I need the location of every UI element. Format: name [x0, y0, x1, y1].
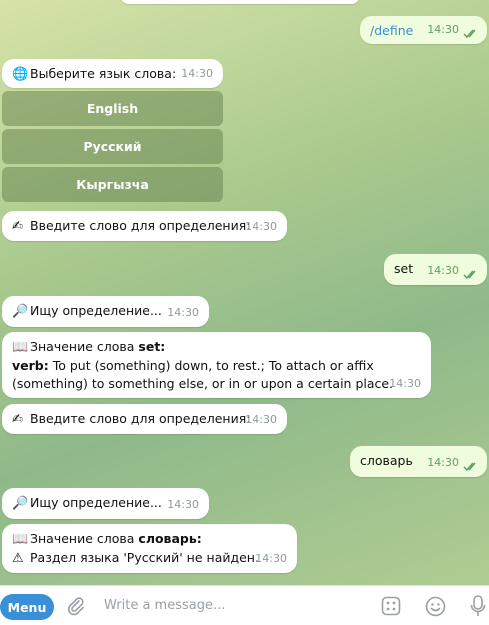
part-of-speech: verb:: [12, 358, 49, 373]
message-text: Ищу определение...: [30, 303, 162, 318]
message-outgoing: словарь 14:30: [350, 446, 487, 477]
double-check-icon: [463, 270, 476, 280]
double-check-icon: [463, 462, 476, 472]
message-time: 14:30: [427, 23, 459, 36]
message-outgoing: set 14:30: [384, 254, 487, 285]
globe-icon: 🌐: [12, 67, 29, 82]
message-input[interactable]: Write a message...: [104, 598, 225, 613]
message-text: Выберите язык слова:: [30, 66, 177, 81]
keyboard-button-kyrgyz[interactable]: Кыргызча: [2, 167, 223, 202]
message-incoming: 🔎 Ищу определение... 14:30: [2, 296, 209, 327]
definition-text: To put (something) down, to rest.; To at…: [48, 358, 374, 373]
message-incoming: 🌐 Выберите язык слова: 14:30: [2, 59, 223, 88]
message-time: 14:30: [389, 377, 421, 390]
message-time: 14:30: [181, 67, 213, 80]
writing-hand-icon: ✍: [12, 219, 23, 234]
message-text: set: [394, 261, 414, 276]
message-text: Введите слово для определения:: [30, 411, 251, 426]
message-incoming: 📖 Значение слова словарь: ⚠ Раздел языка '…: [2, 524, 297, 573]
command-text[interactable]: /define: [370, 23, 413, 38]
writing-hand-icon: ✍: [12, 412, 23, 427]
definition-text: (something) to something else, or in or …: [12, 376, 394, 391]
message-time: 14:30: [167, 498, 199, 511]
message-bubble-partial: [120, 0, 360, 4]
message-incoming: 📖 Значение слова set: verb: To put (somet…: [2, 332, 431, 398]
defined-word: словарь:: [138, 531, 202, 546]
emoji-icon[interactable]: [425, 596, 446, 617]
message-time: 14:30: [255, 552, 287, 565]
message-text: Введите слово для определения:: [30, 218, 251, 233]
message-text: Значение слова: [30, 531, 139, 546]
message-time: 14:30: [167, 306, 199, 319]
chat-area: /define 14:30 🌐 Выберите язык слова: 14:3…: [0, 0, 489, 585]
menu-button[interactable]: Menu: [0, 594, 54, 620]
message-time: 14:30: [245, 413, 277, 426]
book-icon: 📖: [12, 340, 29, 355]
paperclip-icon[interactable]: [66, 596, 86, 616]
magnifier-icon: 🔎: [12, 496, 29, 511]
magnifier-icon: 🔎: [12, 304, 29, 319]
defined-word: set:: [138, 339, 166, 354]
message-text: Значение слова: [30, 339, 139, 354]
message-time: 14:30: [427, 264, 459, 277]
book-icon: 📖: [12, 532, 29, 547]
bot-commands-icon[interactable]: [381, 596, 401, 616]
message-incoming: ✍ Введите слово для определения: 14:30: [2, 211, 287, 241]
message-input-bar: Menu Write a message...: [0, 585, 489, 625]
message-incoming: ✍ Введите слово для определения: 14:30: [2, 404, 287, 434]
message-incoming: 🔎 Ищу определение... 14:30: [2, 488, 209, 519]
double-check-icon: [463, 29, 476, 39]
keyboard-button-russian[interactable]: Русский: [2, 129, 223, 164]
microphone-icon[interactable]: [470, 595, 486, 619]
message-text: Ищу определение...: [30, 495, 162, 510]
message-time: 14:30: [427, 456, 459, 469]
message-text: Раздел языка 'Русский' не найден.: [30, 550, 259, 565]
warning-icon: ⚠: [12, 551, 24, 566]
keyboard-button-english[interactable]: English: [2, 91, 223, 126]
message-outgoing: /define 14:30: [360, 16, 487, 44]
message-time: 14:30: [245, 220, 277, 233]
message-text: словарь: [360, 453, 413, 468]
